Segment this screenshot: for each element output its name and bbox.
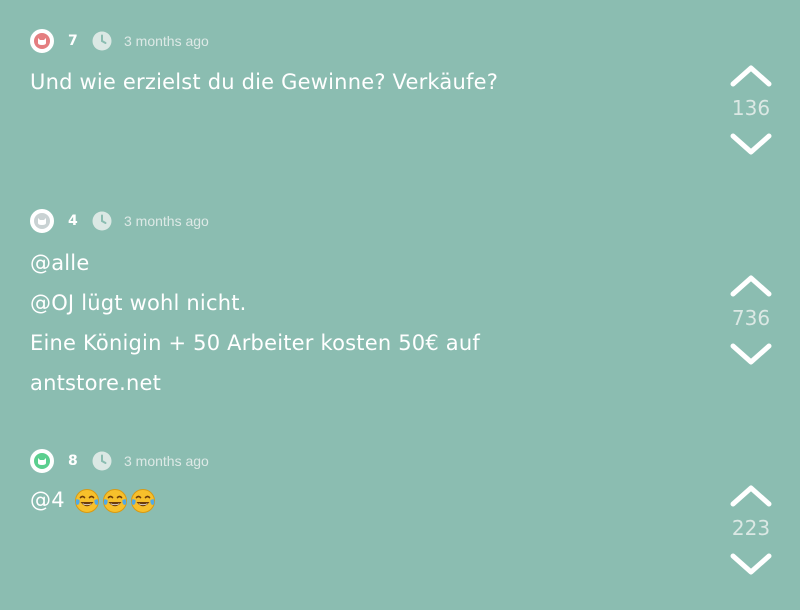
upvote-chevron-up-icon[interactable] [728, 482, 774, 510]
post-header: 4 3 months ago [30, 208, 209, 234]
clock-icon [92, 211, 112, 231]
post-text-line: @OJ lügt wohl nicht. [30, 291, 247, 315]
post-text-line: Und wie erzielst du die Gewinne? Verkäuf… [30, 70, 499, 94]
cat-icon [34, 453, 50, 469]
vote-count: 136 [731, 96, 771, 120]
post-text-line: @4 [30, 480, 156, 520]
downvote-chevron-down-icon[interactable] [728, 130, 774, 158]
post-header: 7 3 months ago [30, 28, 209, 54]
post-text: @4 [30, 480, 156, 520]
avatar[interactable] [30, 209, 54, 233]
tears-of-joy-emoji-icon [102, 489, 127, 513]
post-text-line: @alle [30, 251, 90, 275]
author-id: 4 [68, 213, 78, 229]
vote-count: 736 [731, 306, 771, 330]
tears-of-joy-emoji-icon [130, 489, 155, 513]
vote-control: 223 [728, 482, 774, 578]
upvote-chevron-up-icon[interactable] [728, 272, 774, 300]
emoji-row [72, 488, 156, 513]
author-id: 7 [68, 33, 78, 49]
post-text: Und wie erzielst du die Gewinne? Verkäuf… [30, 62, 498, 102]
avatar[interactable] [30, 449, 54, 473]
downvote-chevron-down-icon[interactable] [728, 340, 774, 368]
post-text-line: antstore.net [30, 371, 162, 395]
avatar[interactable] [30, 29, 54, 53]
mention-text: @4 [30, 488, 65, 512]
post-timestamp: 3 months ago [124, 33, 209, 49]
vote-control: 136 [728, 62, 774, 158]
post-timestamp: 3 months ago [124, 453, 209, 469]
cat-icon [34, 33, 50, 49]
post-header: 8 3 months ago [30, 448, 209, 474]
cat-icon [34, 213, 50, 229]
post-text: @alle @OJ lügt wohl nicht. Eine Königin … [30, 243, 480, 403]
vote-count: 223 [731, 516, 771, 540]
post-text-line: Eine Königin + 50 Arbeiter kosten 50€ au… [30, 331, 480, 355]
author-id: 8 [68, 453, 78, 469]
vote-control: 736 [728, 272, 774, 368]
post-timestamp: 3 months ago [124, 213, 209, 229]
clock-icon [92, 451, 112, 471]
downvote-chevron-down-icon[interactable] [728, 550, 774, 578]
clock-icon [92, 31, 112, 51]
upvote-chevron-up-icon[interactable] [728, 62, 774, 90]
tears-of-joy-emoji-icon [74, 489, 99, 513]
